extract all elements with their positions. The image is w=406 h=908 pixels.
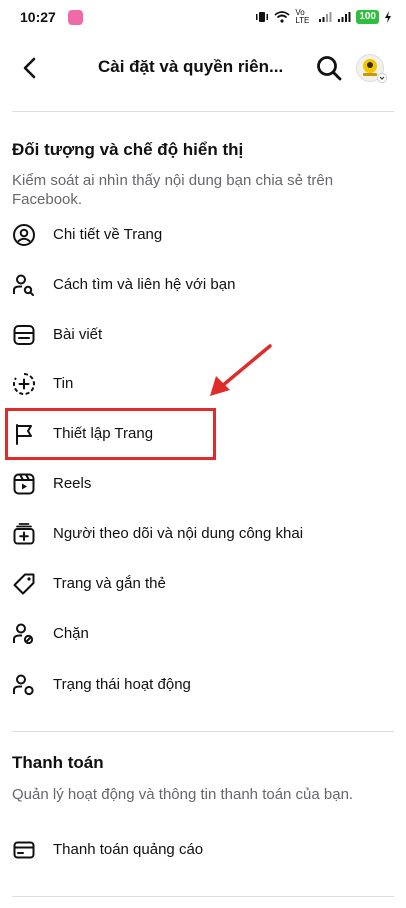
header: Cài đặt và quyền riên... <box>0 44 406 90</box>
account-switch-chevron-icon[interactable] <box>377 73 387 83</box>
bottom-divider <box>12 896 394 897</box>
back-arrow-icon[interactable] <box>16 54 44 82</box>
followers-icon <box>13 523 35 545</box>
audience-section-description: Kiểm soát ai nhìn thấy nội dung bạn chia… <box>12 172 334 208</box>
post-icon <box>13 325 35 345</box>
battery-indicator: 100 <box>356 10 379 24</box>
payments-section-description: Quản lý hoạt động và thông tin thanh toá… <box>12 786 354 803</box>
credit-card-icon <box>13 841 35 859</box>
menu-item-label: Thanh toán quảng cáo <box>53 841 204 858</box>
menu-item-label: Bài viết <box>53 326 103 343</box>
status-time: 10:27 <box>20 9 56 25</box>
person-block-icon <box>13 623 34 645</box>
menu-item-label: Chặn <box>53 625 89 642</box>
section-divider <box>12 731 394 732</box>
top-divider <box>12 111 394 112</box>
menu-item-page-details[interactable]: Chi tiết về Trang <box>0 212 406 258</box>
vibrate-icon <box>256 12 269 22</box>
menu-item-tagging[interactable]: Trang và gắn thẻ <box>0 561 406 607</box>
menu-item-label: Reels <box>53 475 92 492</box>
search-icon[interactable] <box>314 53 344 83</box>
annotation-highlight-box <box>5 408 216 460</box>
audience-section-title: Đối tượng và chế độ hiển thị <box>12 140 244 159</box>
tag-icon <box>13 573 35 595</box>
person-circle-icon <box>13 224 35 246</box>
menu-item-label: Người theo dõi và nội dung công khai <box>53 525 304 542</box>
menu-item-ad-payments[interactable]: Thanh toán quảng cáo <box>0 827 406 873</box>
person-status-icon <box>13 674 34 696</box>
menu-item-label: Cách tìm và liên hệ với bạn <box>53 276 236 293</box>
reels-icon <box>13 473 35 495</box>
person-search-icon <box>13 274 34 296</box>
menu-item-active-status[interactable]: Trạng thái hoạt động <box>0 662 406 708</box>
status-indicators: Vo LTE 100 <box>255 8 392 26</box>
network-type-label: Vo LTE <box>295 8 310 25</box>
signal-icon-2 <box>338 12 351 22</box>
menu-item-followers[interactable]: Người theo dõi và nội dung công khai <box>0 511 406 557</box>
menu-item-label: Trang và gắn thẻ <box>53 575 166 592</box>
menu-item-find-contact[interactable]: Cách tìm và liên hệ với bạn <box>0 262 406 308</box>
wifi-icon <box>274 11 290 23</box>
signal-icon <box>319 12 332 22</box>
charging-icon <box>385 11 391 23</box>
menu-item-blocking[interactable]: Chặn <box>0 611 406 657</box>
status-bar: 10:27 Vo LTE 100 <box>0 0 406 36</box>
menu-item-reels[interactable]: Reels <box>0 461 406 507</box>
notification-app-icon <box>68 10 83 25</box>
menu-item-label: Tin <box>53 375 74 392</box>
annotation-arrow-icon <box>210 344 272 396</box>
story-add-icon <box>13 373 35 395</box>
menu-item-label: Trạng thái hoạt động <box>53 676 191 693</box>
page-title: Cài đặt và quyền riên... <box>98 57 284 76</box>
menu-item-label: Chi tiết về Trang <box>53 226 163 243</box>
payments-section-title: Thanh toán <box>12 753 104 772</box>
